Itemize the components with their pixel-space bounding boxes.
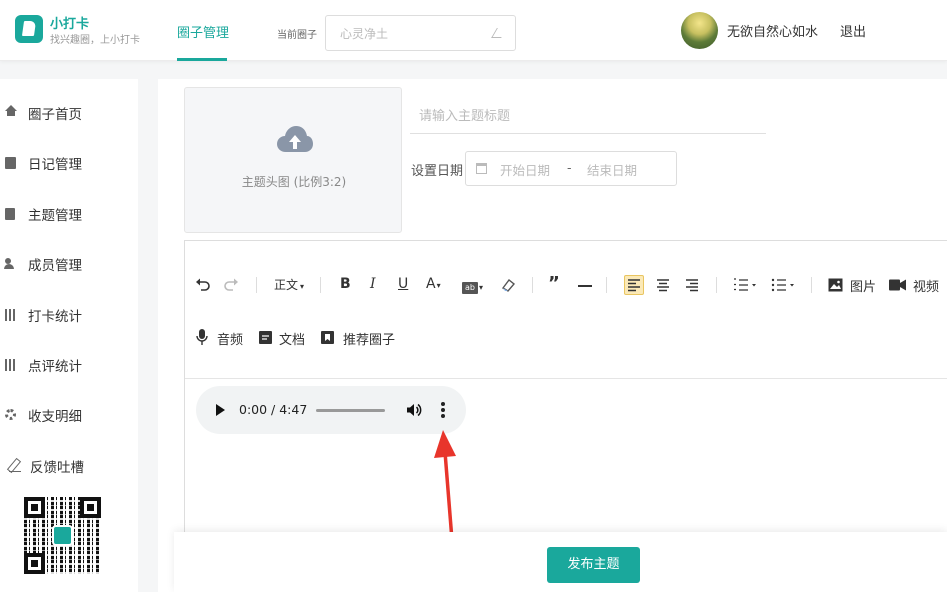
sidebar-item-topics[interactable]: 主题管理	[0, 202, 138, 226]
qr-logo-icon	[52, 525, 73, 546]
horizontal-rule-icon[interactable]	[578, 285, 592, 287]
current-circle-value: 心灵净土	[340, 27, 389, 41]
recommend-circle-button[interactable]: 推荐圈子	[343, 329, 395, 349]
audio-time: 0:00 / 4:47	[239, 402, 308, 417]
volume-icon[interactable]	[406, 402, 422, 418]
sidebar-item-label: 反馈吐槽	[30, 460, 84, 476]
pen-icon	[9, 460, 21, 472]
topic-title-input[interactable]: 请输入主题标题	[410, 96, 766, 134]
toolbar-separator	[716, 277, 717, 293]
sidebar-item-label: 成员管理	[28, 258, 82, 274]
insert-video-button[interactable]: 视频	[913, 276, 939, 296]
sidebar-item-checkin-stats[interactable]: 打卡统计	[0, 303, 138, 327]
calendar-icon	[476, 163, 487, 174]
document-icon[interactable]	[259, 331, 272, 344]
italic-icon[interactable]: I	[370, 276, 376, 296]
more-options-icon[interactable]	[440, 402, 446, 418]
tab-circle-management[interactable]: 圈子管理	[177, 22, 229, 41]
toolbar-divider	[185, 378, 947, 379]
qr-finder	[24, 497, 45, 518]
brand-slogan: 找兴趣圈，上小打卡	[50, 35, 140, 46]
toolbar-separator	[320, 277, 321, 293]
qr-finder	[24, 553, 45, 574]
bar-chart-icon	[5, 309, 17, 321]
edit-pencil-icon[interactable]	[491, 28, 507, 38]
underline-icon[interactable]: U	[398, 276, 408, 296]
highlight-icon[interactable]: ab ▾	[462, 279, 483, 299]
font-color-icon[interactable]: A▾	[426, 276, 441, 296]
sidebar-item-review-stats[interactable]: 点评统计	[0, 353, 138, 377]
gear-icon	[5, 409, 16, 420]
cover-upload-area[interactable]: 主题头图 (比例3:2)	[184, 87, 402, 233]
document-icon	[5, 208, 15, 220]
sidebar-item-circle-home[interactable]: 圈子首页	[0, 101, 138, 125]
insert-audio-button[interactable]: 音频	[217, 329, 243, 349]
sidebar-item-feedback[interactable]: 反馈吐槽	[0, 454, 138, 478]
align-left-icon	[628, 279, 640, 292]
qr-finder	[80, 497, 101, 518]
cloud-upload-icon	[277, 126, 313, 152]
avatar[interactable]	[681, 12, 718, 49]
caret-down-icon: ▾	[300, 282, 305, 291]
date-range-picker[interactable]: 开始日期 - 结束日期	[465, 151, 677, 186]
redo-icon[interactable]	[223, 277, 239, 293]
bookmark-icon[interactable]	[321, 331, 334, 344]
sidebar: 圈子首页 日记管理 主题管理 成员管理 打卡统计 点评统计 收支明细 反馈吐槽	[0, 79, 138, 592]
sidebar-item-label: 点评统计	[28, 359, 82, 375]
insert-image-button[interactable]: 图片	[850, 276, 876, 296]
audio-player[interactable]: 0:00 / 4:47	[196, 386, 466, 434]
sidebar-item-diary[interactable]: 日记管理	[0, 151, 138, 175]
sidebar-item-label: 主题管理	[28, 208, 82, 224]
current-circle-label: 当前圈子	[277, 30, 317, 41]
sidebar-item-label: 打卡统计	[28, 309, 82, 325]
ordered-list-icon[interactable]	[733, 276, 759, 294]
member-icon	[4, 258, 17, 270]
date-label: 设置日期	[411, 164, 464, 179]
cover-upload-hint: 主题头图 (比例3:2)	[241, 175, 347, 189]
sidebar-item-label: 日记管理	[28, 157, 82, 173]
toolbar-separator	[532, 277, 533, 293]
insert-document-button[interactable]: 文档	[279, 329, 305, 349]
bold-icon[interactable]: B	[340, 276, 351, 296]
toolbar-separator	[811, 277, 812, 293]
audio-progress-track[interactable]	[316, 409, 385, 412]
toolbar-separator	[606, 277, 607, 293]
microphone-icon[interactable]	[196, 329, 208, 346]
blockquote-icon[interactable]: ”	[548, 273, 560, 294]
image-icon[interactable]	[828, 278, 843, 292]
video-icon[interactable]	[889, 279, 906, 291]
book-icon	[5, 157, 16, 169]
sidebar-item-label: 圈子首页	[28, 107, 82, 123]
active-tab-indicator	[177, 58, 227, 61]
brand-name: 小打卡	[50, 17, 90, 32]
date-separator: -	[567, 160, 572, 175]
home-icon	[5, 105, 17, 116]
end-date-field[interactable]: 结束日期	[587, 160, 637, 179]
align-center-icon[interactable]	[654, 276, 672, 294]
sidebar-item-members[interactable]: 成员管理	[0, 252, 138, 276]
topic-title-placeholder: 请输入主题标题	[419, 109, 511, 124]
bar-chart-icon	[5, 359, 17, 371]
heading-dropdown-label: 正文	[274, 278, 299, 292]
bullet-list-icon[interactable]	[771, 276, 797, 294]
current-circle-input[interactable]: 心灵净土	[325, 15, 516, 51]
logout-link[interactable]: 退出	[840, 21, 866, 40]
sidebar-item-label: 收支明细	[28, 409, 82, 425]
app-logo-icon[interactable]	[15, 15, 43, 43]
heading-dropdown[interactable]: 正文 ▾	[274, 276, 304, 296]
play-icon[interactable]	[216, 404, 225, 416]
align-right-icon[interactable]	[683, 276, 701, 294]
sidebar-item-finance[interactable]: 收支明细	[0, 403, 138, 427]
user-name[interactable]: 无欲自然心如水	[727, 21, 818, 40]
align-left-button[interactable]	[624, 275, 644, 295]
eraser-icon[interactable]	[500, 277, 516, 293]
undo-icon[interactable]	[195, 277, 211, 293]
toolbar-separator	[256, 277, 257, 293]
qr-code	[24, 497, 101, 574]
publish-topic-button[interactable]: 发布主题	[547, 547, 640, 583]
start-date-field[interactable]: 开始日期	[500, 160, 550, 179]
